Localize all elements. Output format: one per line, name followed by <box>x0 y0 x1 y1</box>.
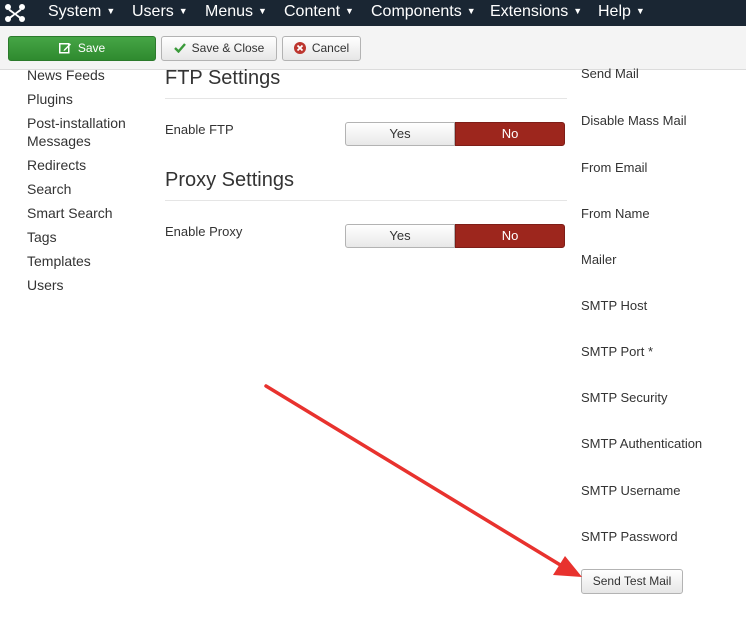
nav-extensions[interactable]: Extensions ▼ <box>490 0 582 26</box>
caret-down-icon: ▼ <box>258 6 267 16</box>
joomla-logo-icon[interactable] <box>4 3 26 23</box>
enable-proxy-yes-button[interactable]: Yes <box>345 224 455 248</box>
smtp-username-label: SMTP Username <box>581 483 681 498</box>
sidebar-item-tags[interactable]: Tags <box>27 228 57 246</box>
disable-mass-mail-label: Disable Mass Mail <box>581 113 687 128</box>
enable-ftp-toggle: Yes No <box>345 122 565 146</box>
nav-system[interactable]: System ▼ <box>48 0 115 26</box>
nav-users[interactable]: Users ▼ <box>132 0 188 26</box>
nav-menus[interactable]: Menus ▼ <box>205 0 267 26</box>
proxy-settings-heading: Proxy Settings <box>165 169 294 191</box>
sidebar-item-templates[interactable]: Templates <box>27 252 91 270</box>
enable-ftp-label: Enable FTP <box>165 122 234 137</box>
enable-ftp-yes-button[interactable]: Yes <box>345 122 455 146</box>
save-close-button[interactable]: Save & Close <box>161 36 277 61</box>
smtp-security-label: SMTP Security <box>581 390 668 405</box>
sidebar-item-redirects[interactable]: Redirects <box>27 156 86 174</box>
enable-proxy-label: Enable Proxy <box>165 224 243 239</box>
nav-content[interactable]: Content ▼ <box>284 0 354 26</box>
caret-down-icon: ▼ <box>106 6 116 16</box>
send-mail-label: Send Mail <box>581 66 639 81</box>
cancel-circle-icon <box>293 41 306 54</box>
cancel-button[interactable]: Cancel <box>282 36 361 61</box>
ftp-divider <box>165 98 567 99</box>
smtp-host-label: SMTP Host <box>581 298 648 313</box>
caret-down-icon: ▼ <box>635 6 645 16</box>
sidebar-item-post-installation-messages[interactable]: Post-installation Messages <box>27 114 152 150</box>
edit-icon <box>58 42 71 54</box>
save-button[interactable]: Save <box>8 36 156 61</box>
nav-help[interactable]: Help ▼ <box>598 0 645 26</box>
send-test-mail-button[interactable]: Send Test Mail <box>581 569 683 594</box>
enable-proxy-no-button[interactable]: No <box>455 224 565 248</box>
from-name-label: From Name <box>581 206 650 221</box>
proxy-divider <box>165 200 567 201</box>
from-email-label: From Email <box>581 160 648 175</box>
top-navbar: System ▼ Users ▼ Menus ▼ Content ▼ Component… <box>0 0 746 26</box>
sidebar-item-search[interactable]: Search <box>27 180 71 198</box>
caret-down-icon: ▼ <box>345 6 354 16</box>
smtp-authentication-label: SMTP Authentication <box>581 436 703 451</box>
smtp-password-label: SMTP Password <box>581 529 678 544</box>
checkmark-icon <box>173 43 186 54</box>
caret-down-icon: ▼ <box>178 6 188 16</box>
enable-proxy-toggle: Yes No <box>345 224 565 248</box>
enable-ftp-no-button[interactable]: No <box>455 122 565 146</box>
sidebar-item-smart-search[interactable]: Smart Search <box>27 204 113 222</box>
smtp-port-label: SMTP Port * <box>581 344 654 359</box>
sidebar-item-users[interactable]: Users <box>27 276 64 294</box>
ftp-settings-heading: FTP Settings <box>165 67 281 89</box>
mailer-label: Mailer <box>581 252 617 267</box>
toolbar: Save Save & Close Cancel <box>0 26 746 70</box>
sidebar-item-news-feeds[interactable]: News Feeds <box>27 66 105 84</box>
caret-down-icon: ▼ <box>573 6 583 16</box>
nav-components[interactable]: Components ▼ <box>371 0 476 26</box>
caret-down-icon: ▼ <box>466 6 476 16</box>
sidebar-item-plugins[interactable]: Plugins <box>27 90 73 108</box>
